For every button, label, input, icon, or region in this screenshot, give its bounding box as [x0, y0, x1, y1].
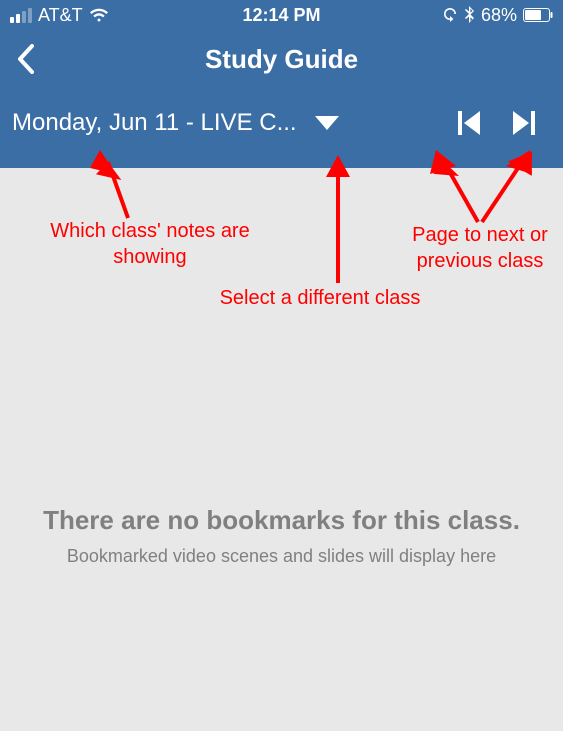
annotation-page-class: Page to next orprevious class — [400, 222, 560, 274]
previous-class-button[interactable] — [441, 111, 496, 135]
battery-icon — [523, 8, 553, 22]
chevron-left-icon — [16, 44, 34, 74]
annotation-arrow-icon — [320, 155, 360, 285]
annotation-which-class: Which class' notes areshowing — [30, 218, 270, 270]
next-class-button[interactable] — [496, 111, 551, 135]
status-bar: AT&T 12:14 PM 68% — [0, 0, 563, 30]
empty-state-subtitle: Bookmarked video scenes and slides will … — [20, 546, 543, 567]
carrier-label: AT&T — [38, 5, 83, 26]
annotation-select-class: Select a different class — [190, 285, 450, 311]
cell-signal-icon — [10, 8, 32, 23]
wifi-icon — [89, 8, 109, 22]
nav-bar: Study Guide — [0, 30, 563, 88]
back-button[interactable] — [0, 30, 50, 88]
page-title: Study Guide — [0, 44, 563, 75]
bluetooth-icon — [464, 6, 475, 24]
empty-state: There are no bookmarks for this class. B… — [0, 505, 563, 567]
skip-next-icon — [513, 111, 535, 135]
rotation-lock-icon — [442, 7, 458, 23]
empty-state-title: There are no bookmarks for this class. — [20, 505, 543, 536]
class-dropdown-button[interactable] — [297, 115, 357, 131]
battery-pct-label: 68% — [481, 5, 517, 26]
current-class-label: Monday, Jun 11 - LIVE C... — [12, 109, 297, 137]
dropdown-triangle-icon — [314, 115, 340, 131]
skip-previous-icon — [458, 111, 480, 135]
class-selector-row: Monday, Jun 11 - LIVE C... — [0, 88, 563, 168]
